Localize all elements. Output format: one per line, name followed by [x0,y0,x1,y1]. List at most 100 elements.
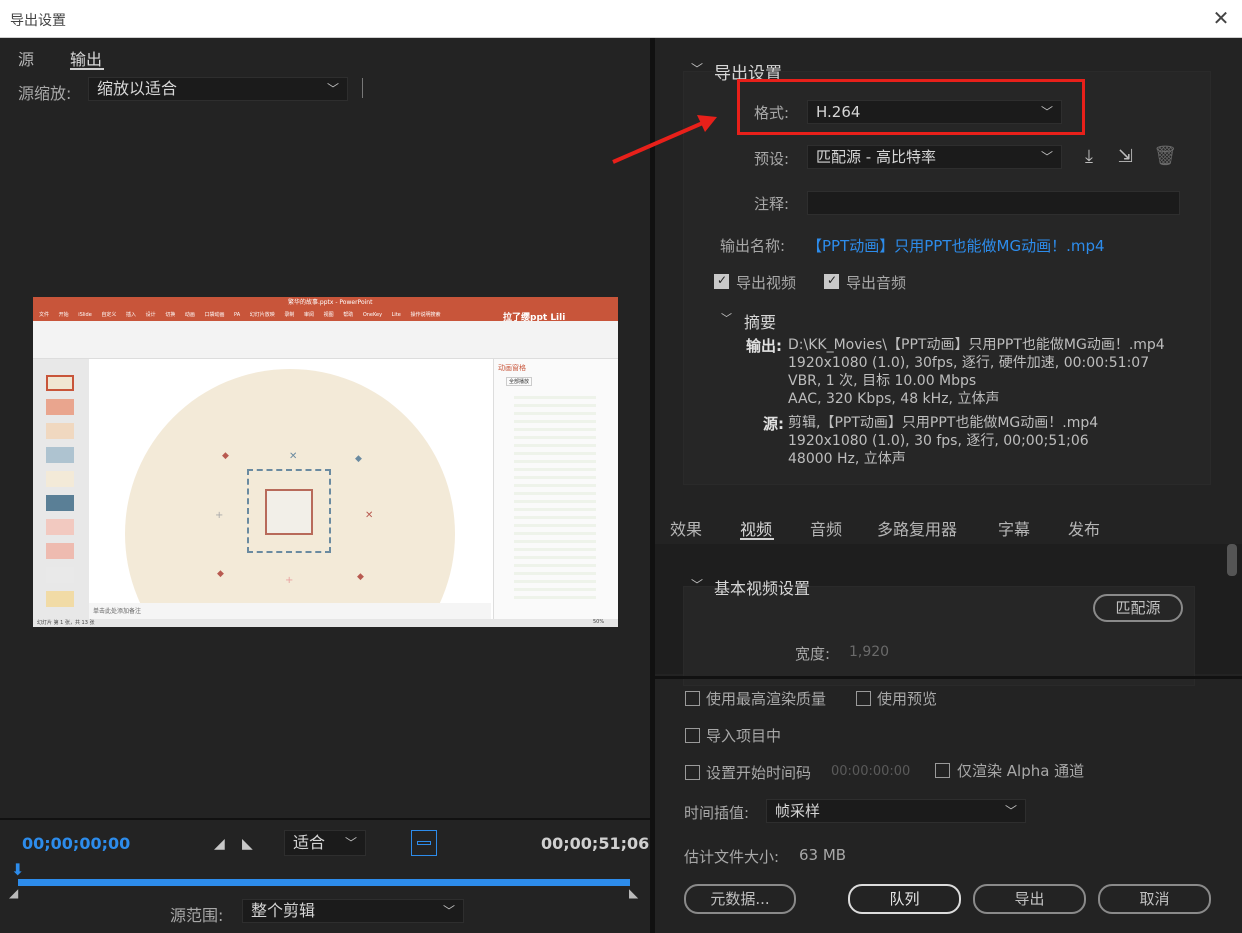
window-title: 导出设置 [10,13,66,29]
slide-thumb [46,591,74,607]
video-preview: 繁华的故事.pptx - PowerPoint 文件 开始 iSlide 自定义… [33,297,618,627]
est-size-label: 估计文件大小: [684,848,780,866]
plus-shape: + [285,575,294,586]
start-timecode-label: 设置开始时间码 [706,764,812,782]
tab-multiplexer[interactable]: 多路复用器 [877,516,957,540]
summary-output-label: 输出: [746,337,782,355]
summary-source-line: 1920x1080 (1.0), 30 fps, 逐行, 00;00;51;06 [788,433,1089,449]
output-name-link[interactable]: 【PPT动画】只用PPT也能做MG动画！.mp4 [807,235,1105,256]
source-scale-value: 缩放以适合 [97,79,178,98]
ppt-title: 繁华的故事.pptx - PowerPoint [288,299,373,306]
in-point-handle[interactable]: ◢ [9,886,18,900]
tab-effects[interactable]: 效果 [670,516,702,540]
preset-dropdown[interactable]: 匹配源 - 高比特率 ﹀ [807,145,1062,169]
time-interpolation-dropdown[interactable]: 帧采样 ﹀ [766,799,1026,823]
source-range-label: 源范围: [170,906,224,925]
slide-thumb [46,399,74,415]
aspect-ratio-icon[interactable] [411,830,437,856]
summary-source-label: 源: [763,415,784,433]
start-timecode-checkbox[interactable] [685,765,700,780]
ppt-slide-canvas: ◆ ✕ ◆ + ✕ ◆ + ◆ [89,359,491,603]
chevron-down-icon: ﹀ [326,82,339,96]
queue-button[interactable]: 队列 [848,884,961,914]
use-preview-checkbox[interactable] [856,691,871,706]
tab-audio[interactable]: 音频 [810,516,842,540]
scrollbar-thumb[interactable] [1227,544,1237,576]
active-tab-underline [70,68,104,70]
comment-label: 注释: [754,195,790,213]
import-preset-icon[interactable]: ⇲ [1118,146,1133,167]
chevron-down-icon: ﹀ [442,904,455,918]
match-source-button[interactable]: 匹配源 [1093,594,1183,622]
ppt-slide-list [33,359,89,619]
comment-input[interactable] [807,191,1180,215]
separator [362,78,363,98]
slide-thumb [46,495,74,511]
source-range-dropdown[interactable]: 整个剪辑 ﹀ [242,899,464,923]
timeline-range-bar[interactable] [18,879,630,886]
source-scale-label: 源缩放: [18,84,72,103]
animation-pane-title: 动画窗格 [498,364,526,372]
source-scale-dropdown[interactable]: 缩放以适合 ﹀ [88,77,348,101]
summary-output-line: VBR, 1 次, 目标 10.00 Mbps [788,373,977,389]
tab-captions[interactable]: 字幕 [998,516,1030,540]
export-settings-panel: ﹀ 导出设置 格式: H.264 ﹀ 预设: 匹配源 - 高比特率 ﹀ ⤓ ⇲ … [655,38,1242,933]
timecode-current[interactable]: 00;00;00;00 [22,834,130,853]
max-quality-checkbox[interactable] [685,691,700,706]
start-timecode-value: 00:00:00:00 [831,764,911,779]
preset-label: 预设: [754,150,790,168]
metadata-button[interactable]: 元数据... [684,884,796,914]
mark-out-icon[interactable]: ◣ [242,836,253,852]
mark-in-icon[interactable]: ◢ [214,836,225,852]
ppt-notes: 单击此处添加备注 [89,603,491,619]
summary-title: 摘要 [744,313,777,332]
summary-output-block: D:\KK_Movies\【PPT动画】只用PPT也能做MG动画！.mp4 19… [788,336,1228,408]
chevron-down-icon[interactable]: ﹀ [691,576,703,593]
panel-divider [0,818,650,820]
playhead-icon[interactable]: ⬇ [11,860,24,879]
source-output-panel: 源 输出 源缩放: 缩放以适合 ﹀ 繁华的故事.pptx - PowerPoin… [0,38,650,933]
output-name-label: 输出名称: [720,237,786,255]
slide-square [265,489,313,535]
export-video-label: 导出视频 [736,274,797,292]
slide-thumb [46,447,74,463]
chevron-down-icon[interactable]: ﹀ [721,310,732,326]
delete-preset-icon[interactable]: 🗑 [1153,144,1177,167]
out-point-handle[interactable]: ◣ [629,886,638,900]
ppt-ribbon-tab-text: 文件 开始 iSlide 自定义 插入 设计 切换 动画 口袋动画 PA 幻灯片… [39,312,441,318]
preset-value: 匹配源 - 高比特率 [816,148,936,166]
tab-source[interactable]: 源 [18,46,34,70]
import-project-checkbox[interactable] [685,728,700,743]
slide-thumb [46,519,74,535]
summary-output-line: D:\KK_Movies\【PPT动画】只用PPT也能做MG动画！.mp4 [788,337,1165,353]
cancel-button[interactable]: 取消 [1098,884,1211,914]
chevron-down-icon: ﹀ [344,836,357,850]
close-icon[interactable]: ✕ [1210,6,1232,30]
export-audio-checkbox[interactable] [824,273,839,289]
ppt-status-bar: 幻灯片 第 1 张，共 13 张 50% [33,619,618,627]
chevron-down-icon: ﹀ [1004,804,1017,818]
summary-source-block: 剪辑,【PPT动画】只用PPT也能做MG动画！.mp4 1920x1080 (1… [788,414,1228,468]
summary-source-line: 剪辑,【PPT动画】只用PPT也能做MG动画！.mp4 [788,415,1099,431]
window-titlebar: 导出设置 ✕ [0,0,1242,38]
ppt-ribbon [33,321,618,359]
tab-video[interactable]: 视频 [740,516,772,540]
export-button[interactable]: 导出 [973,884,1086,914]
max-quality-label: 使用最高渲染质量 [706,690,827,708]
save-preset-icon[interactable]: ⤓ [1085,146,1093,167]
use-preview-label: 使用预览 [877,690,938,708]
alpha-only-checkbox[interactable] [935,763,950,778]
alpha-only-label: 仅渲染 Alpha 通道 [957,762,1085,780]
square-shape: ◆ [355,454,362,464]
tab-output[interactable]: 输出 [70,46,102,70]
plus-shape: + [215,510,224,521]
time-interpolation-label: 时间插值: [684,804,750,822]
slide-thumb [46,423,74,439]
export-video-checkbox[interactable] [714,273,729,289]
chevron-down-icon[interactable]: ﹀ [691,60,703,77]
fit-dropdown[interactable]: 适合 ﹀ [284,830,366,856]
settings-tab-bar: 效果 视频 音频 多路复用器 字幕 发布 [655,508,1242,544]
diamond-shape: ◆ [222,451,229,461]
video-settings-scroll: ﹀ 基本视频设置 匹配源 宽度: 1,920 [655,544,1242,686]
tab-publish[interactable]: 发布 [1068,516,1100,540]
